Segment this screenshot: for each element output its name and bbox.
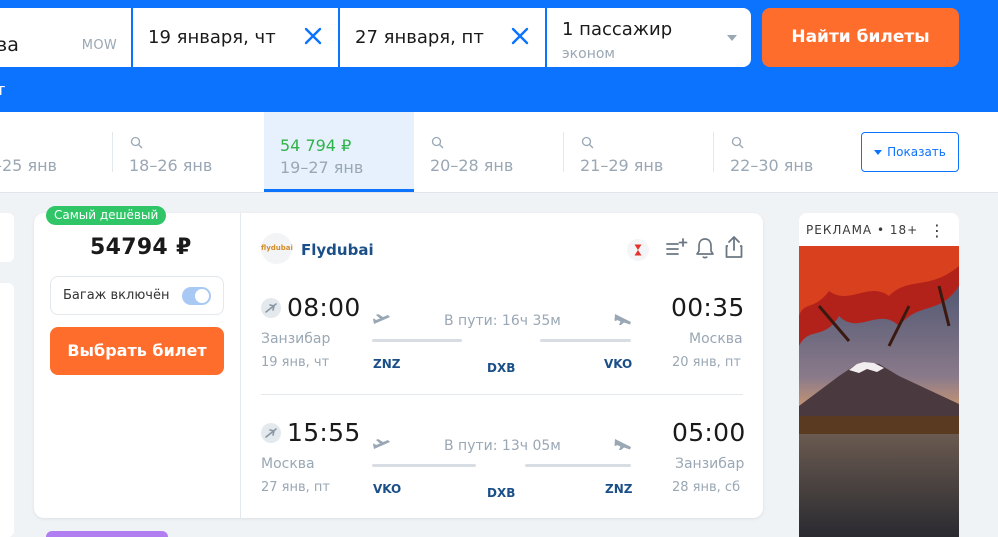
arrival-city: Москва: [689, 331, 743, 347]
airline-name: Flydubai: [301, 241, 374, 259]
from-airport-code: VKO: [373, 482, 402, 496]
find-tickets-button[interactable]: Найти билеты: [762, 8, 959, 67]
date-range: 18–26 янв: [129, 156, 213, 175]
triangle-down-icon: [874, 150, 883, 155]
origin-value: ва: [0, 34, 19, 56]
share-icon[interactable]: [723, 234, 745, 260]
date-option-active[interactable]: 54 794 ₽ 19–27 янв: [264, 112, 414, 192]
departure-city: Москва: [261, 456, 315, 472]
date-range: 20–28 янв: [430, 156, 514, 175]
passengers-field[interactable]: 1 пассажир эконом: [547, 8, 751, 67]
divider: [261, 394, 743, 395]
divider: [713, 132, 714, 172]
hourglass-icon: [627, 239, 649, 261]
search-bar: ва MOW 19 января, чт 27 января, пт 1 пас…: [0, 0, 998, 112]
baggage-toggle-row[interactable]: Багаж включён: [50, 276, 224, 315]
date-range: –25 янв: [0, 156, 57, 175]
return-date-field[interactable]: 27 января, пт: [340, 8, 545, 67]
arrival-time: 00:35: [671, 293, 745, 322]
depart-date-field[interactable]: 19 января, чт: [133, 8, 338, 67]
date-range: 22–30 янв: [730, 156, 814, 175]
origin-code: MOW: [81, 38, 117, 53]
cheapest-badge: Самый дешёвый: [46, 206, 167, 225]
date-option[interactable]: –25 янв: [0, 112, 113, 192]
date-range: 21–29 янв: [580, 156, 664, 175]
ad-image[interactable]: [799, 246, 959, 537]
search-icon: [431, 136, 444, 149]
takeoff-icon: [373, 314, 390, 324]
clear-return-date-icon[interactable]: [509, 25, 531, 47]
cabin-class-value: эконом: [562, 46, 615, 62]
flight-badge-icon: [261, 298, 281, 318]
to-airport-code: ZNZ: [605, 482, 633, 496]
add-to-list-icon[interactable]: [664, 236, 688, 260]
filter-card-partial: [0, 283, 14, 537]
search-icon: [130, 136, 143, 149]
toggle-knob: [195, 289, 209, 303]
landing-icon: [614, 439, 631, 450]
via-airport-code: DXB: [487, 361, 516, 375]
airline-logo: flydubai: [261, 233, 293, 264]
show-dates-label: Показать: [887, 145, 946, 159]
date-option[interactable]: 18–26 янв: [112, 112, 263, 192]
departure-time: 08:00: [287, 293, 361, 322]
arrival-date: 28 янв, сб: [672, 480, 741, 495]
ticket-price: 54794 ₽: [90, 235, 192, 260]
landing-icon: [614, 314, 631, 325]
date-option[interactable]: 21–29 янв: [563, 112, 714, 192]
chevron-down-icon: [727, 35, 737, 41]
arrival-date: 20 янв, пт: [672, 355, 741, 370]
choose-ticket-button[interactable]: Выбрать билет: [50, 327, 224, 375]
date-option[interactable]: 20–28 янв: [414, 112, 564, 192]
ad-label: РЕКЛАМА • 18+: [806, 223, 919, 237]
to-airport-code: VKO: [604, 357, 633, 371]
search-icon: [731, 136, 744, 149]
passengers-value: 1 пассажир: [562, 19, 673, 40]
origin-field[interactable]: ва MOW: [0, 8, 131, 67]
flight-badge-icon: [261, 423, 281, 443]
filter-card-partial: [0, 213, 14, 262]
date-option[interactable]: 22–30 янв: [713, 112, 854, 192]
flight-duration: В пути: 13ч 05м: [444, 438, 561, 454]
divider: [240, 213, 241, 518]
search-sub-link[interactable]: т: [0, 80, 5, 99]
arrival-city: Занзибар: [675, 456, 745, 472]
show-dates-button[interactable]: Показать: [861, 132, 959, 172]
divider: [563, 132, 564, 172]
route-track: [540, 339, 631, 342]
departure-date: 27 янв, пт: [261, 480, 330, 495]
more-options-icon[interactable]: ⋮: [929, 221, 945, 240]
takeoff-icon: [373, 439, 390, 449]
depart-date-value: 19 января, чт: [148, 27, 276, 48]
route-track: [372, 339, 462, 342]
date-range: 19–27 янв: [280, 158, 364, 177]
route-track: [372, 464, 476, 467]
baggage-toggle[interactable]: [182, 287, 211, 305]
route-track: [525, 464, 631, 467]
departure-time: 15:55: [287, 418, 361, 447]
return-date-value: 27 января, пт: [355, 27, 484, 48]
divider: [112, 132, 113, 172]
departure-date: 19 янв, чт: [261, 355, 330, 370]
date-price: 54 794 ₽: [280, 136, 352, 155]
next-card-badge-partial: [46, 531, 168, 537]
via-airport-code: DXB: [487, 486, 516, 500]
search-icon: [581, 136, 594, 149]
ad-banner[interactable]: РЕКЛАМА • 18+ ⋮: [799, 213, 959, 537]
arrival-time: 05:00: [672, 418, 746, 447]
from-airport-code: ZNZ: [373, 357, 401, 371]
clear-depart-date-icon[interactable]: [302, 25, 324, 47]
departure-city: Занзибар: [261, 331, 331, 347]
date-price-strip: –25 янв 18–26 янв 54 794 ₽ 19–27 янв 20–…: [0, 112, 998, 193]
flight-duration: В пути: 16ч 35м: [444, 313, 561, 329]
bell-icon[interactable]: [694, 236, 716, 260]
baggage-label: Багаж включён: [63, 288, 170, 303]
